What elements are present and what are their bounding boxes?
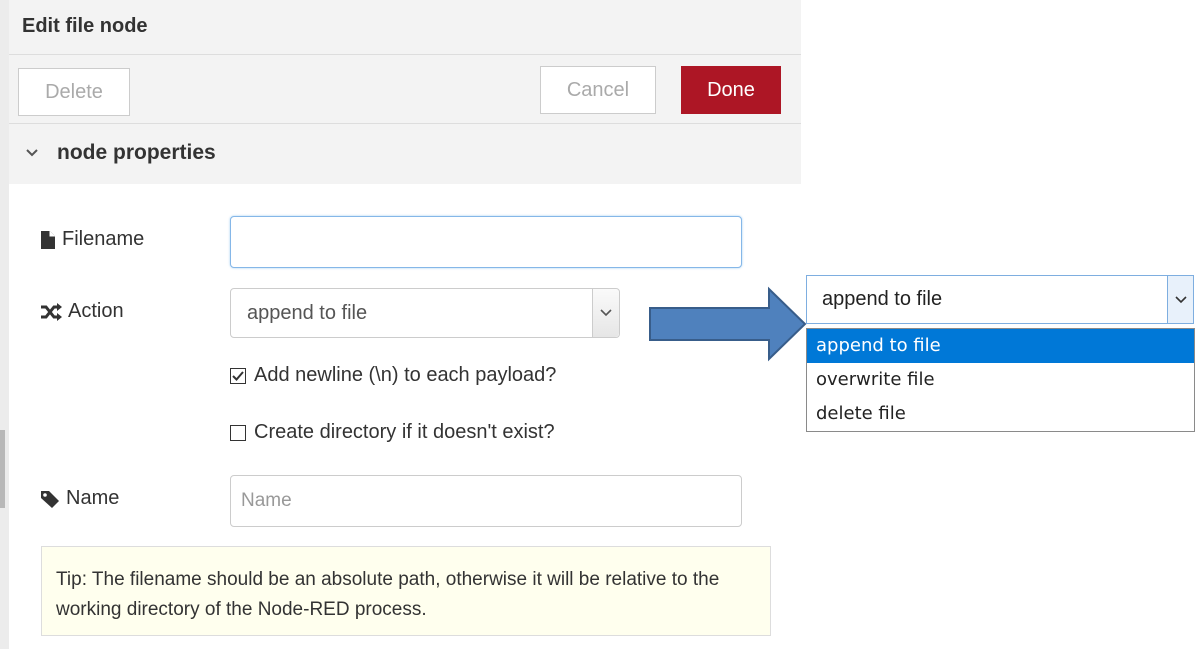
select-arrow[interactable]	[592, 289, 619, 337]
newline-label: Add newline (\n) to each payload?	[254, 364, 557, 386]
section-title: node properties	[57, 141, 216, 164]
dropdown-option-append[interactable]: append to file	[807, 329, 1194, 363]
chevron-down-icon	[600, 309, 612, 317]
tray-title: Edit file node	[22, 15, 148, 37]
createdir-label: Create directory if it doesn't exist?	[254, 421, 555, 443]
name-label: Name	[40, 487, 119, 510]
dropdown-option-delete[interactable]: delete file	[807, 397, 1194, 431]
action-label: Action	[40, 300, 124, 323]
newline-option[interactable]: Add newline (\n) to each payload?	[230, 364, 556, 387]
createdir-option[interactable]: Create directory if it doesn't exist?	[230, 421, 555, 444]
tray-toolbar: Delete Cancel Done	[9, 55, 801, 124]
node-properties-header[interactable]: node properties	[9, 124, 801, 184]
filename-input[interactable]	[230, 216, 742, 268]
filename-label: Filename	[40, 228, 144, 251]
shuffle-icon	[41, 302, 62, 321]
chevron-down-icon	[1174, 295, 1187, 303]
chevron-down-icon	[26, 149, 38, 157]
name-label-text: Name	[66, 487, 120, 509]
resize-handle[interactable]	[0, 430, 5, 508]
tag-icon	[41, 490, 59, 508]
done-button[interactable]: Done	[681, 66, 781, 114]
tip-box: Tip: The filename should be an absolute …	[41, 546, 771, 636]
cancel-button[interactable]: Cancel	[540, 66, 656, 114]
pointer-arrow	[649, 286, 807, 362]
action-label-text: Action	[68, 300, 124, 322]
dropdown-option-overwrite[interactable]: overwrite file	[807, 363, 1194, 397]
action-select-value: append to file	[247, 302, 368, 324]
dropdown-arrow[interactable]	[1167, 276, 1193, 323]
filename-label-text: Filename	[62, 228, 145, 250]
newline-checkbox[interactable]	[230, 367, 246, 384]
action-select[interactable]: append to file	[230, 288, 620, 338]
action-dropdown[interactable]: append to file	[806, 275, 1194, 324]
dropdown-options: append to file overwrite file delete fil…	[806, 328, 1195, 432]
workspace-edge	[0, 0, 9, 649]
dropdown-value: append to file	[822, 288, 943, 310]
checkmark-icon	[232, 370, 244, 381]
file-icon	[41, 230, 55, 249]
createdir-checkbox[interactable]	[230, 424, 246, 441]
screen: Edit file node Delete Cancel Done node p…	[0, 0, 1204, 649]
delete-button[interactable]: Delete	[18, 68, 130, 116]
name-input[interactable]	[230, 475, 742, 527]
tray-header: Edit file node	[9, 0, 801, 55]
